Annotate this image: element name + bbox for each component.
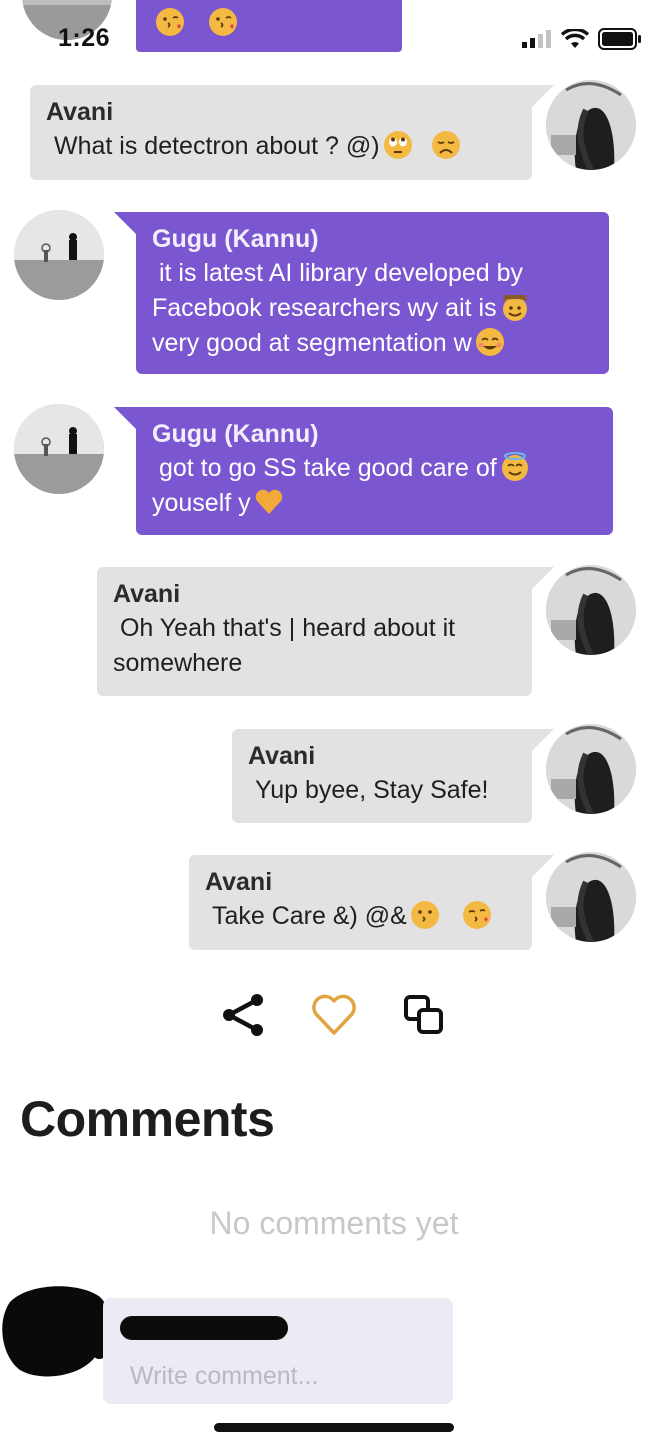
message-bubble: Avani Take Care &) @& [189, 855, 554, 950]
halo-emoji-icon [497, 452, 530, 482]
avatar-gugu[interactable] [14, 404, 104, 494]
message-bubble: Avani Yup byee, Stay Safe! [232, 729, 554, 823]
message-bubble: Avani Oh Yeah that's | heard about it so… [97, 567, 554, 696]
message-text: What is detectron about ? @) [46, 129, 516, 164]
status-icons [522, 28, 642, 50]
signal-icon [522, 30, 551, 48]
redacted-username [120, 1316, 288, 1340]
message-line: somewhere [113, 649, 243, 677]
message-bubble: Avani What is detectron about ? @) [30, 85, 554, 180]
sender-name: Avani [205, 868, 273, 896]
avatar-avani[interactable] [546, 80, 636, 170]
bubble-tail [114, 212, 136, 234]
comments-heading: Comments [20, 1091, 275, 1147]
kiss-emoji-icon [407, 901, 440, 930]
sender-name: Gugu (Kannu) [152, 225, 319, 253]
battery-icon [598, 28, 641, 50]
sender-name: Avani [46, 98, 114, 126]
avatar-avani[interactable] [546, 852, 636, 942]
message-bubble [136, 0, 402, 52]
avatar-avani[interactable] [546, 724, 636, 814]
message-bubble: Gugu (Kannu) it is latest AI library dev… [114, 212, 609, 374]
heart-icon [312, 994, 356, 1035]
like-button[interactable] [309, 990, 359, 1040]
copy-button[interactable] [399, 990, 449, 1040]
message-text: Yup byee, Stay Safe! [248, 776, 489, 804]
status-time: 1:26 [58, 24, 111, 52]
empty-comments-text: No comments yet [209, 1205, 459, 1241]
bubble-tail [532, 567, 554, 589]
share-button[interactable] [219, 990, 269, 1040]
post-actions [0, 990, 668, 1046]
frown-emoji-icon [413, 131, 461, 160]
eyeroll-emoji-icon [380, 131, 413, 160]
sender-name: Avani [248, 742, 316, 770]
message-line: got to go SS take good care of [152, 451, 597, 486]
message-text: Take Care &) @& [205, 899, 516, 934]
comment-input[interactable] [118, 1356, 438, 1396]
avatar-avani[interactable] [546, 565, 636, 655]
kiss-emoji-icon [440, 901, 492, 930]
message-line: Facebook researchers wy ait is [152, 291, 593, 326]
copy-icon [404, 995, 443, 1034]
message-line: very good at segmentation w [152, 326, 593, 361]
avatar-gugu[interactable] [14, 210, 104, 300]
home-indicator[interactable] [214, 1423, 454, 1432]
bubble-tail [532, 855, 554, 877]
message-line: it is latest AI library developed by [152, 259, 524, 287]
bubble-tail [114, 407, 136, 429]
smile-closed-emoji-icon [472, 328, 505, 357]
share-icon [223, 994, 263, 1036]
cowboy-emoji-icon [497, 294, 530, 322]
wifi-icon [561, 29, 589, 48]
message-line: Oh Yeah that's | heard about it [113, 614, 456, 642]
sender-name: Gugu (Kannu) [152, 420, 319, 448]
message-line: youself y [152, 486, 597, 521]
kiss-emoji-icon [152, 8, 192, 37]
heart-emoji-icon [251, 489, 284, 517]
current-user-avatar[interactable] [0, 1282, 116, 1382]
message-bubble: Gugu (Kannu) got to go SS take good care… [114, 407, 613, 535]
sender-name: Avani [113, 580, 181, 608]
kiss-emoji-icon [192, 8, 238, 37]
